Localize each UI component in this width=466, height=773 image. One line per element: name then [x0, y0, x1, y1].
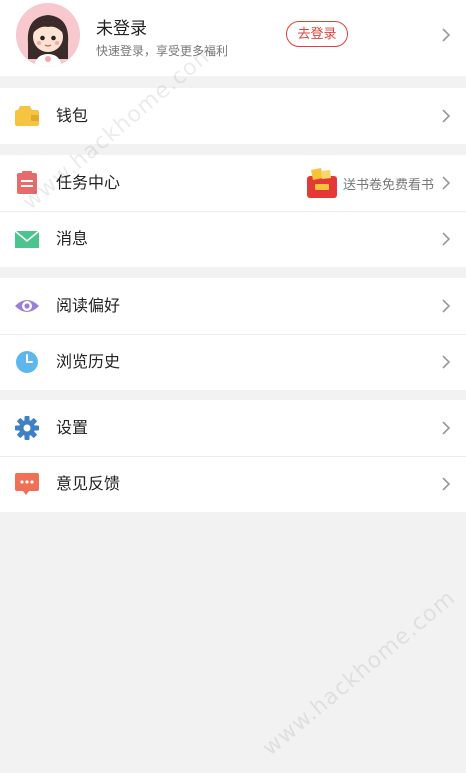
clipboard-icon [17, 171, 37, 194]
chevron-right-icon [442, 477, 450, 491]
chevron-right-icon [442, 109, 450, 123]
menu-group-tasks: 任务中心 送书卷免费看书 消息 [0, 155, 466, 267]
menu-item-wallet[interactable]: 钱包 [0, 88, 466, 144]
profile-subtitle: 快速登录，享受更多福利 [96, 44, 229, 58]
chevron-right-icon[interactable] [442, 28, 450, 42]
menu-item-feedback[interactable]: 意见反馈 [0, 456, 466, 512]
menu-item-label: 任务中心 [56, 173, 121, 192]
menu-item-messages[interactable]: 消息 [0, 211, 466, 267]
envelope-icon [14, 230, 40, 248]
chevron-right-icon [442, 299, 450, 313]
chevron-right-icon [442, 355, 450, 369]
wallet-icon [15, 106, 39, 126]
profile-name: 未登录 [96, 19, 147, 39]
watermark: www.hackhome.com [258, 585, 461, 762]
menu-item-label: 浏览历史 [56, 352, 121, 371]
avatar[interactable] [16, 3, 80, 67]
gift-envelope-icon [306, 168, 337, 198]
menu-item-reading-prefs[interactable]: 阅读偏好 [0, 278, 466, 334]
profile-header[interactable]: 未登录 快速登录，享受更多福利 去登录 [0, 0, 466, 76]
menu-item-label: 意见反馈 [56, 474, 121, 493]
menu-item-label: 钱包 [56, 106, 89, 125]
menu-group-wallet: 钱包 [0, 88, 466, 144]
gear-icon [15, 416, 39, 440]
menu-group-reading: 阅读偏好 浏览历史 [0, 278, 466, 390]
chevron-right-icon [442, 421, 450, 435]
chat-icon [15, 473, 39, 495]
task-promo[interactable]: 送书卷免费看书 [305, 155, 434, 211]
login-button[interactable]: 去登录 [286, 21, 348, 47]
menu-item-label: 消息 [56, 229, 89, 248]
clock-icon [16, 351, 38, 373]
menu-group-settings: 设置 意见反馈 [0, 400, 466, 512]
chevron-right-icon [442, 176, 450, 190]
menu-item-history[interactable]: 浏览历史 [0, 334, 466, 390]
menu-item-label: 阅读偏好 [56, 296, 121, 315]
menu-item-label: 设置 [56, 418, 89, 437]
avatar-girl-icon [16, 3, 80, 67]
eye-icon [15, 300, 39, 312]
menu-item-tasks[interactable]: 任务中心 送书卷免费看书 [0, 155, 466, 211]
promo-text: 送书卷免费看书 [342, 177, 434, 193]
menu-item-settings[interactable]: 设置 [0, 400, 466, 456]
chevron-right-icon [442, 232, 450, 246]
